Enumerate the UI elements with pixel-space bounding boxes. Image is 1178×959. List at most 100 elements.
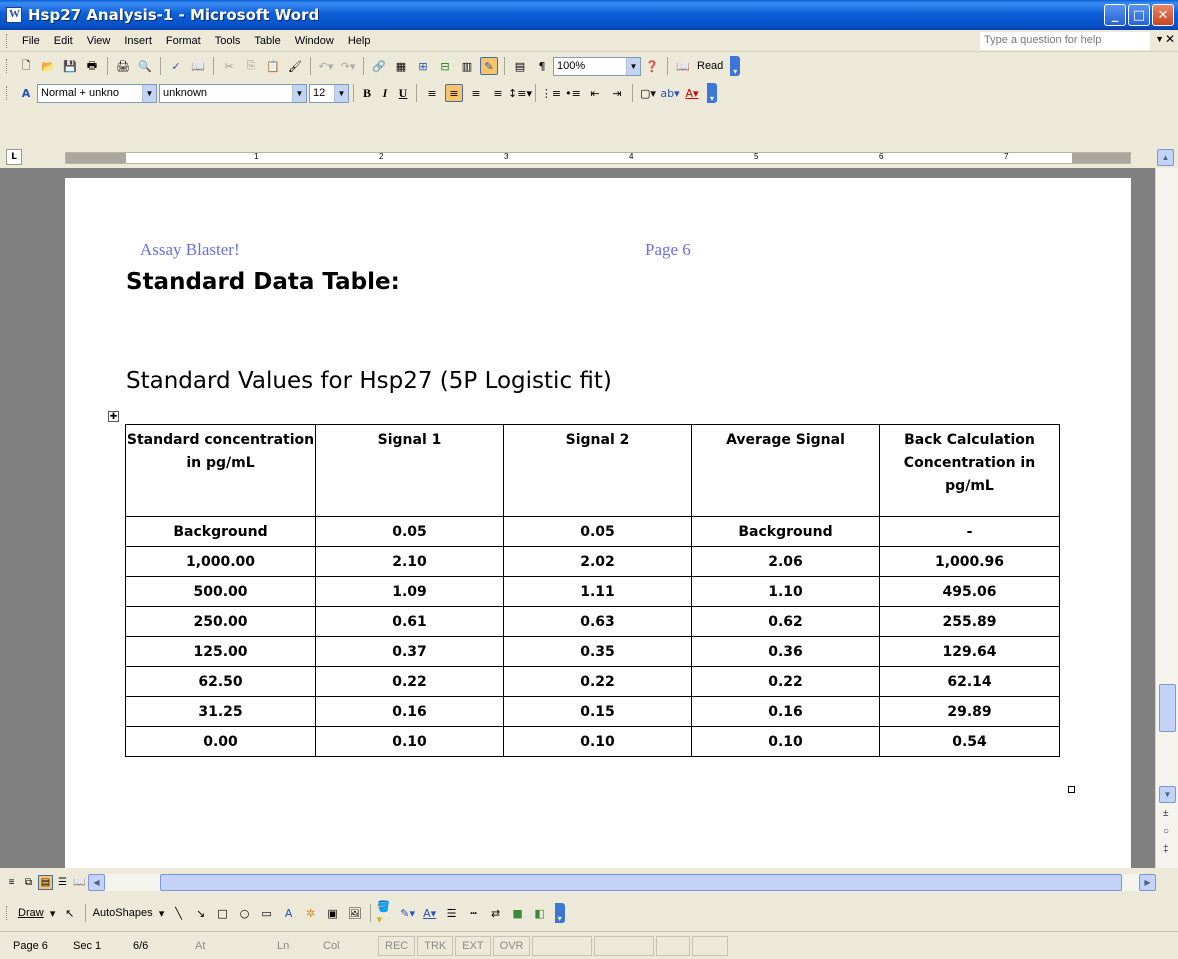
print-layout-icon[interactable]: ▤ bbox=[38, 874, 53, 890]
spelling-icon[interactable]: ✓ bbox=[167, 57, 185, 75]
document-map-icon[interactable]: ▤ bbox=[511, 57, 529, 75]
status-rec[interactable]: REC bbox=[378, 935, 416, 956]
style-select[interactable]: Normal + unkno ▼ bbox=[37, 83, 157, 103]
autoshapes-menu-button[interactable]: AutoShapes bbox=[90, 907, 156, 919]
drawing-icon[interactable]: ✎ bbox=[480, 57, 498, 75]
line-spacing-icon[interactable]: ↕≡▾ bbox=[508, 84, 532, 102]
permission-icon[interactable]: 🖶 bbox=[83, 57, 101, 75]
vertical-scroll-thumb[interactable] bbox=[1159, 684, 1176, 732]
print-icon[interactable]: 🖨 bbox=[114, 57, 132, 75]
italic-button[interactable]: I bbox=[376, 86, 394, 101]
menu-table[interactable]: Table bbox=[247, 33, 287, 49]
help-search-input[interactable]: Type a question for help bbox=[980, 32, 1150, 50]
wordart-icon[interactable]: A bbox=[280, 904, 298, 922]
hyperlink-icon[interactable]: 🔗 bbox=[370, 57, 388, 75]
align-center-icon[interactable]: ≡ bbox=[445, 84, 463, 102]
horizontal-scroll-thumb[interactable] bbox=[160, 874, 1122, 891]
insert-table-icon[interactable]: ⊞ bbox=[414, 57, 432, 75]
autoshapes-dropdown-icon[interactable]: ▾ bbox=[158, 904, 166, 922]
line-style-icon[interactable]: ☰ bbox=[443, 904, 461, 922]
word-app-icon[interactable] bbox=[6, 7, 22, 23]
scroll-left-button[interactable]: ◀ bbox=[88, 874, 105, 891]
toolbar-grip[interactable] bbox=[6, 906, 9, 920]
previous-page-icon[interactable]: ± bbox=[1163, 808, 1169, 819]
line-icon[interactable]: ╲ bbox=[170, 904, 188, 922]
undo-icon[interactable]: ↶▾ bbox=[317, 57, 335, 75]
copy-icon[interactable]: ⎘ bbox=[242, 57, 260, 75]
help-dropdown-icon[interactable]: ▼ bbox=[1155, 34, 1164, 44]
toolbar-options-icon[interactable]: ▾ bbox=[554, 903, 565, 923]
menu-grip[interactable] bbox=[6, 33, 9, 48]
outline-view-icon[interactable]: ☰ bbox=[55, 875, 70, 890]
document-page[interactable]: Assay Blaster! Page 6 Standard Data Tabl… bbox=[65, 178, 1131, 878]
dash-style-icon[interactable]: ┅ bbox=[465, 904, 483, 922]
chevron-down-icon[interactable]: ▼ bbox=[142, 84, 156, 102]
3d-style-icon[interactable]: ◧ bbox=[531, 904, 549, 922]
oval-icon[interactable]: ○ bbox=[236, 904, 254, 922]
toolbar-options-icon[interactable]: ▾ bbox=[730, 56, 741, 76]
document-close-icon[interactable]: ✕ bbox=[1165, 32, 1175, 46]
bullets-icon[interactable]: •≡ bbox=[564, 84, 582, 102]
text-box-icon[interactable]: ▭ bbox=[258, 904, 276, 922]
read-icon[interactable]: 📖 bbox=[674, 57, 692, 75]
chevron-down-icon[interactable]: ▼ bbox=[626, 57, 640, 75]
draw-font-color-icon[interactable]: A▾ bbox=[421, 904, 439, 922]
menu-view[interactable]: View bbox=[80, 33, 118, 49]
tab-selector[interactable]: L bbox=[6, 149, 22, 165]
ruler-strip[interactable]: 1 2 3 4 5 6 7 bbox=[65, 152, 1131, 164]
underline-button[interactable]: U bbox=[394, 86, 412, 101]
vertical-scrollbar[interactable]: ▼ ± ○ ‡ bbox=[1155, 168, 1178, 868]
show-formatting-icon[interactable]: ¶ bbox=[533, 57, 551, 75]
rectangle-icon[interactable]: □ bbox=[214, 904, 232, 922]
status-ext[interactable]: EXT bbox=[455, 935, 491, 956]
table-resize-handle[interactable] bbox=[1068, 786, 1075, 793]
arrow-style-icon[interactable]: ⇄ bbox=[487, 904, 505, 922]
table-move-handle-icon[interactable]: ✚ bbox=[108, 411, 119, 422]
toolbar-options-icon[interactable]: ▾ bbox=[707, 83, 717, 103]
menu-help[interactable]: Help bbox=[341, 33, 378, 49]
clip-art-icon[interactable]: ▣ bbox=[324, 904, 342, 922]
align-left-icon[interactable]: ≡ bbox=[423, 84, 441, 102]
shadow-style-icon[interactable]: ■ bbox=[509, 904, 527, 922]
menu-file[interactable]: File bbox=[15, 33, 47, 49]
menu-tools[interactable]: Tools bbox=[208, 33, 248, 49]
menu-insert[interactable]: Insert bbox=[117, 33, 159, 49]
open-icon[interactable]: 📂 bbox=[39, 57, 57, 75]
paste-icon[interactable]: 📋 bbox=[264, 57, 282, 75]
next-page-icon[interactable]: ‡ bbox=[1163, 844, 1169, 855]
styles-icon[interactable]: A bbox=[17, 84, 35, 102]
normal-view-icon[interactable]: ≡ bbox=[4, 875, 19, 890]
arrow-icon[interactable]: ↘ bbox=[192, 904, 210, 922]
horizontal-scrollbar[interactable]: ◀ ▶ bbox=[88, 874, 1156, 891]
decrease-indent-icon[interactable]: ⇤ bbox=[586, 84, 604, 102]
font-color-icon[interactable]: A▾ bbox=[683, 84, 701, 102]
redo-icon[interactable]: ↷▾ bbox=[339, 57, 357, 75]
bold-button[interactable]: B bbox=[358, 86, 376, 101]
tables-borders-icon[interactable]: ▦ bbox=[392, 57, 410, 75]
chevron-down-icon[interactable]: ▼ bbox=[334, 84, 348, 102]
minimize-button[interactable]: _ bbox=[1104, 4, 1126, 26]
numbering-icon[interactable]: ⋮≡ bbox=[541, 84, 561, 102]
maximize-button[interactable]: □ bbox=[1128, 4, 1150, 26]
research-icon[interactable]: 📖 bbox=[189, 57, 207, 75]
scroll-up-button[interactable]: ▲ bbox=[1157, 149, 1174, 166]
new-document-icon[interactable]: 🗋 bbox=[17, 57, 35, 75]
increase-indent-icon[interactable]: ⇥ bbox=[608, 84, 626, 102]
zoom-select[interactable]: 100% ▼ bbox=[553, 56, 641, 76]
print-preview-icon[interactable]: 🔍 bbox=[136, 57, 154, 75]
scroll-right-button[interactable]: ▶ bbox=[1139, 874, 1156, 891]
diagram-icon[interactable]: ✲ bbox=[302, 904, 320, 922]
help-icon[interactable]: ❓ bbox=[643, 57, 661, 75]
borders-icon[interactable]: ▢▾ bbox=[639, 84, 657, 102]
format-painter-icon[interactable]: 🖌 bbox=[286, 57, 304, 75]
web-layout-icon[interactable]: ⧉ bbox=[21, 875, 36, 890]
status-trk[interactable]: TRK bbox=[417, 935, 454, 956]
read-button[interactable]: Read bbox=[694, 60, 726, 72]
fill-color-icon[interactable]: 🪣▾ bbox=[377, 900, 395, 926]
chevron-down-icon[interactable]: ▼ bbox=[292, 84, 306, 102]
align-right-icon[interactable]: ≡ bbox=[467, 84, 485, 102]
save-icon[interactable]: 💾 bbox=[61, 57, 79, 75]
line-color-icon[interactable]: ✎▾ bbox=[399, 904, 417, 922]
draw-dropdown-icon[interactable]: ▾ bbox=[49, 904, 57, 922]
reading-layout-icon[interactable]: 📖 bbox=[72, 875, 87, 890]
